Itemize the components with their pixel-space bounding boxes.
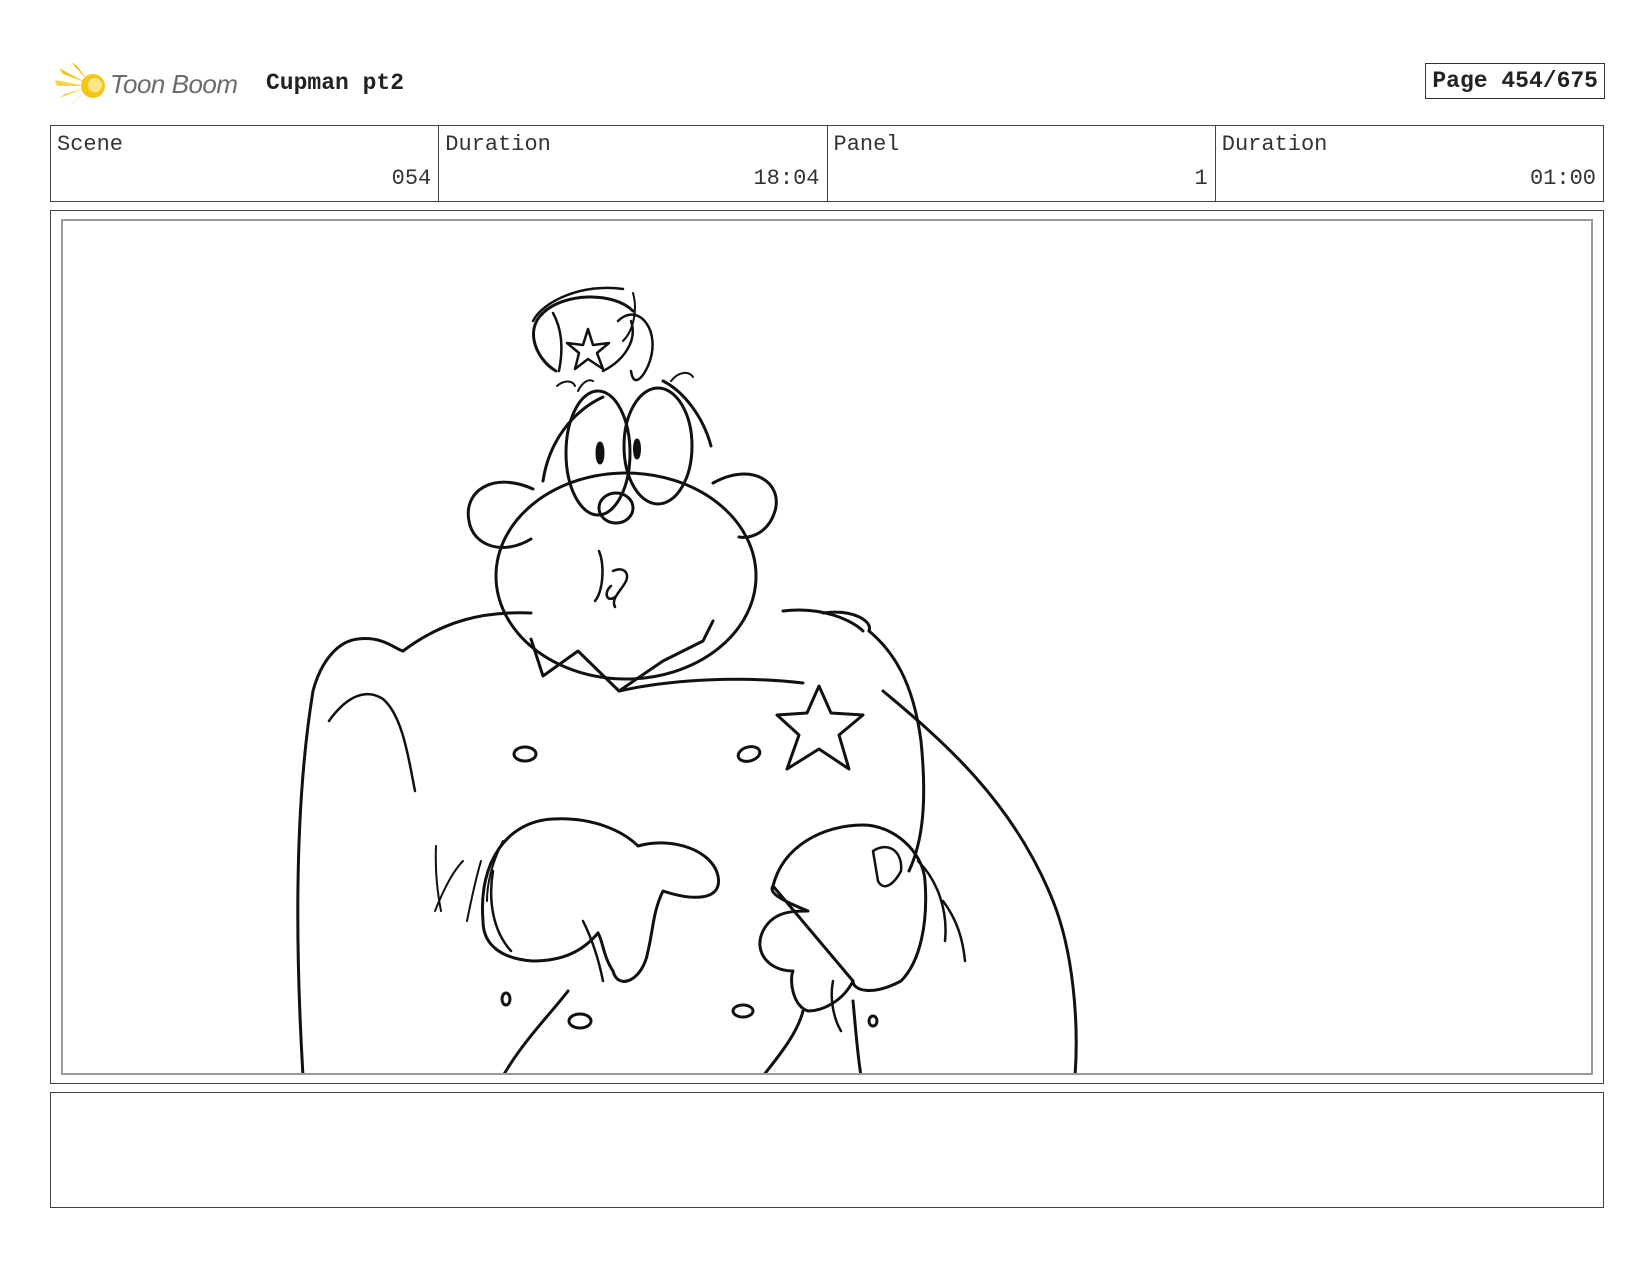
- info-cell-panel-duration: Duration 01:00: [1216, 126, 1603, 201]
- info-table: Scene 054 Duration 18:04 Panel 1 Duratio…: [50, 125, 1604, 202]
- logo-text: Toon Boom: [110, 69, 238, 99]
- info-cell-panel: Panel 1: [828, 126, 1216, 201]
- info-value: 18:04: [753, 166, 820, 191]
- info-label: Duration: [445, 132, 551, 157]
- page-indicator: Page 454/675: [1425, 63, 1605, 99]
- panel-notes: [50, 1092, 1604, 1208]
- toon-boom-logo: Toon Boom: [55, 60, 250, 110]
- info-value: 054: [391, 166, 432, 191]
- panel-drawing-area: [61, 219, 1593, 1075]
- info-label: Duration: [1221, 132, 1328, 157]
- info-value: 01:00: [1529, 166, 1596, 191]
- info-label: Panel: [833, 132, 900, 157]
- info-cell-scene-duration: Duration 18:04: [439, 126, 828, 201]
- character-sketch: [296, 286, 1078, 1073]
- toon-boom-logo-icon: [55, 62, 105, 106]
- info-value: 1: [1194, 166, 1208, 191]
- info-cell-scene: Scene 054: [51, 126, 440, 201]
- project-title: Cupman pt2: [266, 70, 405, 96]
- header: Toon Boom Cupman pt2 Page 454/675: [50, 55, 1605, 110]
- info-label: Scene: [57, 132, 124, 157]
- storyboard-panel: [50, 210, 1604, 1084]
